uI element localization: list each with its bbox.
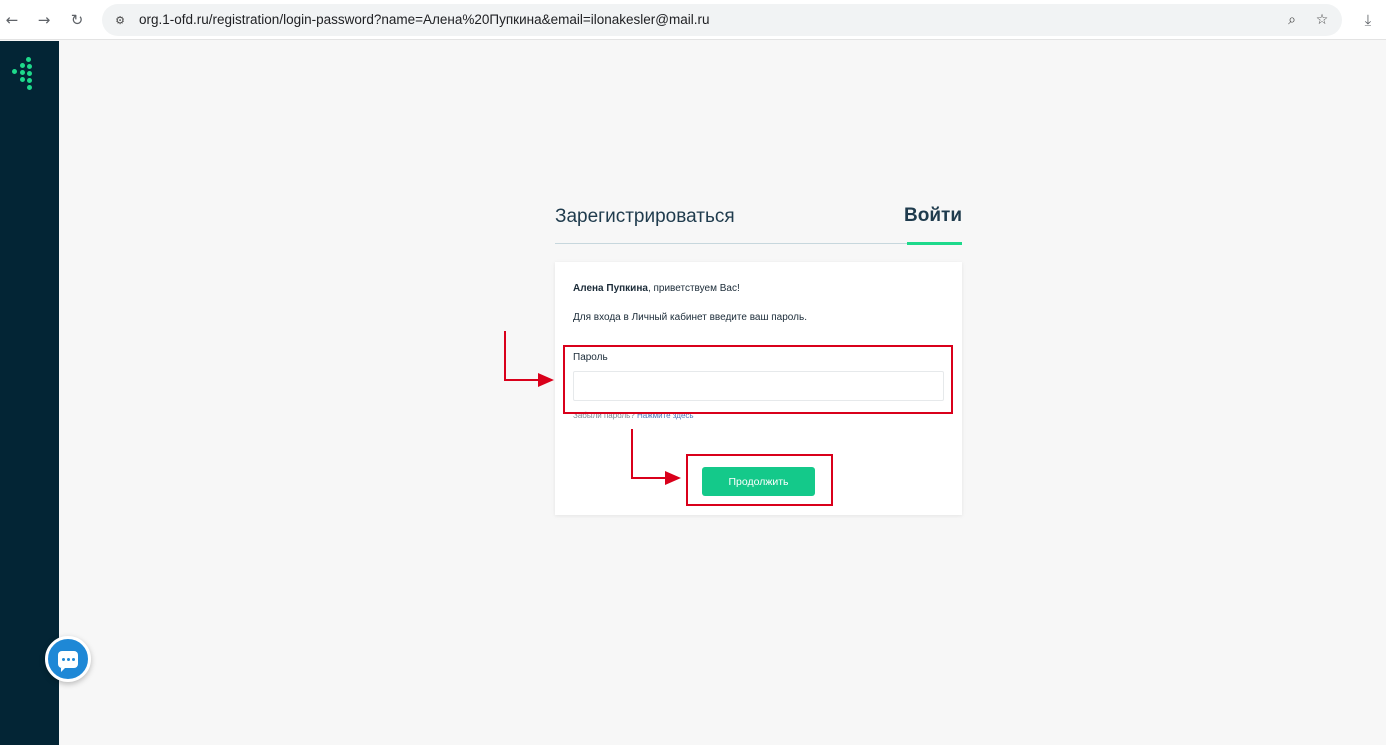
arrow-to-button <box>631 429 667 479</box>
arrow-to-password <box>504 331 540 381</box>
arrow-head-button <box>665 471 681 485</box>
arrow-head-password <box>538 373 554 387</box>
annotation-arrows <box>504 331 681 485</box>
